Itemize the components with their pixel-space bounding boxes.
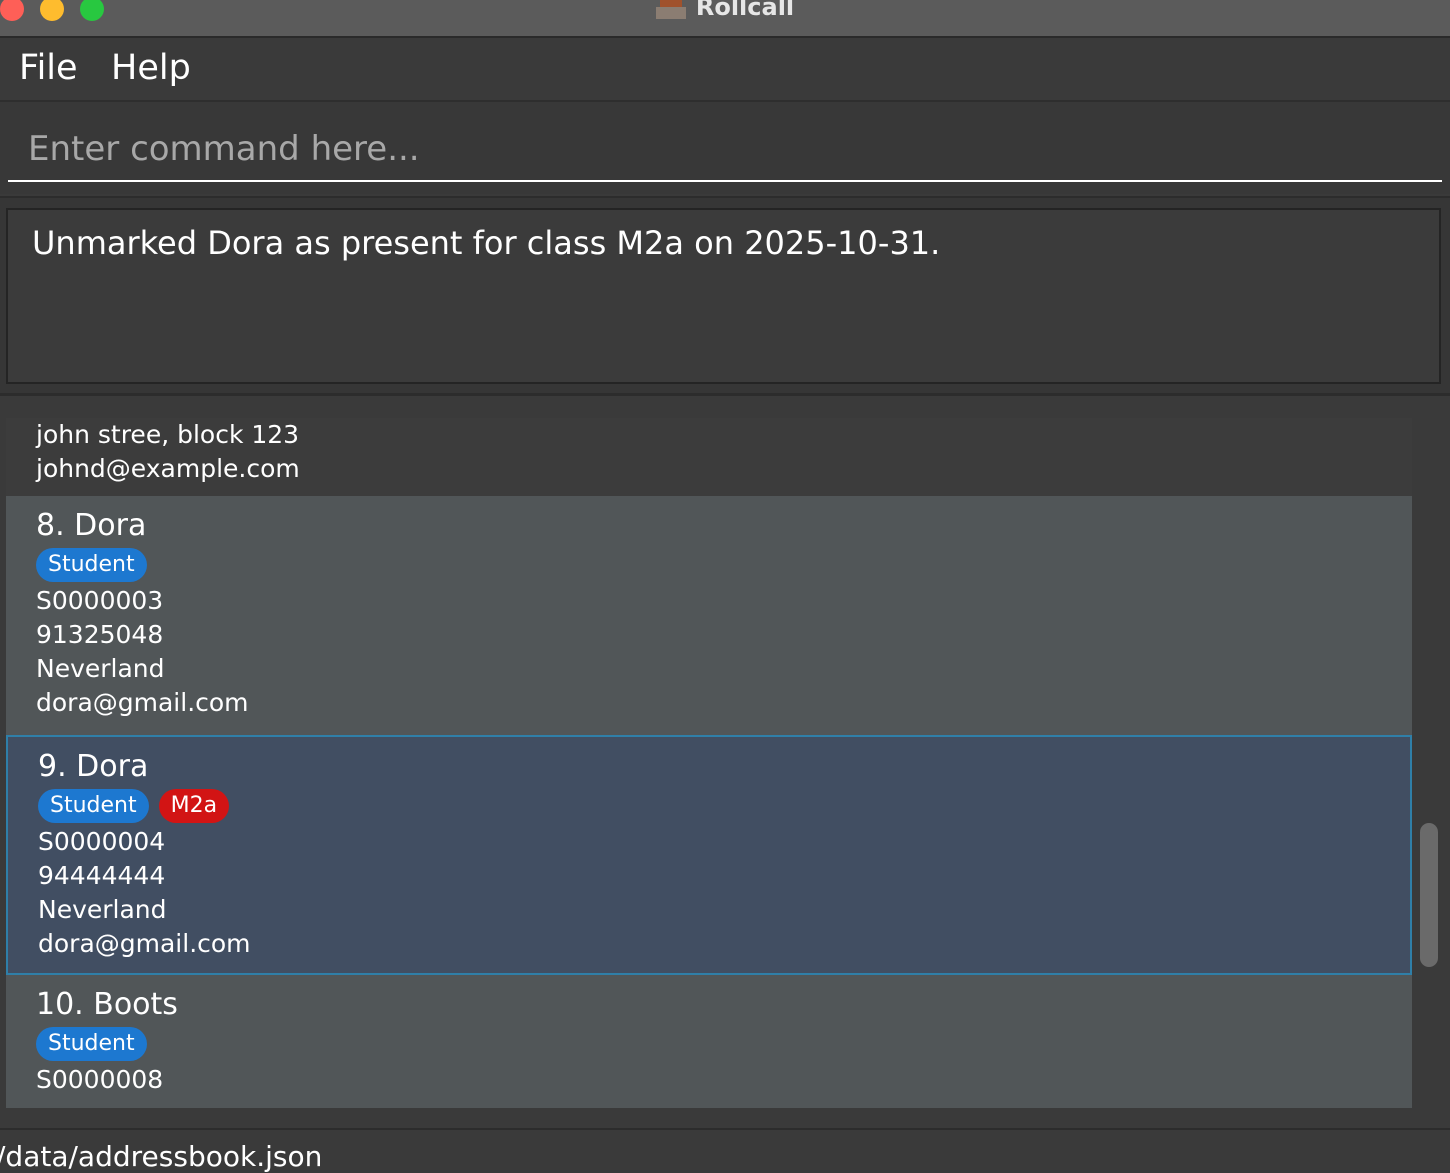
school-building-icon [655, 0, 686, 19]
person-student-id: S0000004 [38, 827, 166, 856]
tag-list: Student [36, 1025, 1412, 1063]
window-title: Rollcall [695, 0, 795, 21]
person-card-9-selected[interactable]: 9. Dora Student M2a S0000004 94444444 Ne… [6, 735, 1412, 975]
window-title-wrap: Rollcall [0, 0, 1450, 21]
tag-student: Student [38, 789, 149, 823]
person-name: 10. Boots [36, 987, 178, 1022]
person-address: Neverland [36, 654, 165, 683]
person-card-partial[interactable]: john stree, block 123 johnd@example.com [6, 418, 1412, 496]
command-input[interactable] [8, 118, 1442, 182]
tag-student: Student [36, 1027, 147, 1061]
title-bar: Rollcall [0, 0, 1450, 38]
person-card-8[interactable]: 8. Dora Student S0000003 91325048 Neverl… [6, 496, 1412, 735]
menu-bar: File Help [0, 38, 1450, 102]
status-bar: /data/addressbook.json [0, 1128, 1450, 1173]
tag-student: Student [36, 548, 147, 582]
person-name: 9. Dora [38, 749, 149, 784]
result-panel: Unmarked Dora as present for class M2a o… [0, 196, 1450, 396]
result-message: Unmarked Dora as present for class M2a o… [32, 224, 941, 262]
menu-file[interactable]: File [19, 48, 78, 88]
command-box [0, 102, 1450, 194]
result-display[interactable]: Unmarked Dora as present for class M2a o… [6, 208, 1441, 384]
person-address: Neverland [38, 895, 167, 924]
person-student-id: S0000008 [36, 1065, 164, 1094]
person-list-panel: john stree, block 123 johnd@example.com … [0, 396, 1450, 1128]
tag-class: M2a [158, 789, 230, 823]
tag-list: Student [36, 546, 1412, 584]
person-email: dora@gmail.com [36, 688, 249, 717]
person-address: john stree, block 123 [36, 420, 300, 449]
person-phone: 94444444 [38, 861, 166, 890]
person-student-id: S0000003 [36, 586, 164, 615]
person-phone: 91325048 [36, 620, 164, 649]
data-file-path: /data/addressbook.json [0, 1140, 323, 1173]
person-name: 8. Dora [36, 508, 147, 543]
menu-help[interactable]: Help [111, 48, 191, 88]
person-list[interactable]: john stree, block 123 johnd@example.com … [6, 418, 1412, 1108]
person-email: johnd@example.com [36, 454, 300, 483]
person-email: dora@gmail.com [38, 929, 251, 958]
list-scrollbar[interactable] [1420, 823, 1438, 967]
person-card-10[interactable]: 10. Boots Student S0000008 [6, 975, 1412, 1108]
tag-list: Student M2a [38, 787, 1410, 825]
